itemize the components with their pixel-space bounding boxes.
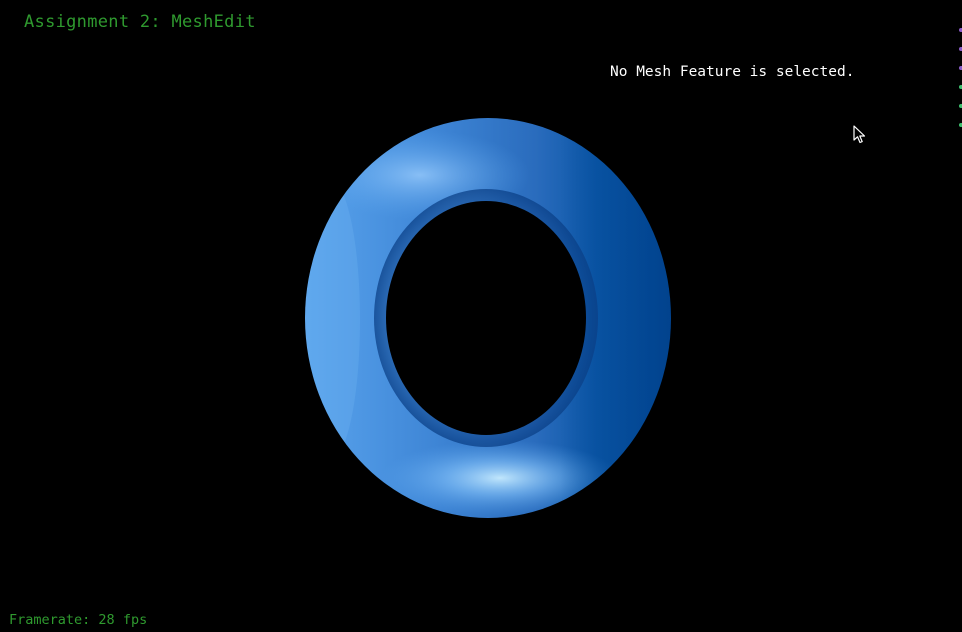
edge-markers (958, 24, 962, 134)
selection-status-message: No Mesh Feature is selected. (610, 64, 855, 80)
mesh-render[interactable] (0, 0, 962, 632)
framerate-unit: fps (122, 612, 148, 628)
framerate-value: 28 (98, 612, 115, 628)
framerate-label: Framerate: (9, 612, 91, 628)
torus-mesh (300, 110, 680, 530)
app-title: Assignment 2: MeshEdit (24, 12, 256, 32)
mesh-viewport[interactable]: Assignment 2: MeshEdit No Mesh Feature i… (0, 0, 962, 632)
arrow-pointer-icon (853, 125, 866, 144)
framerate-readout: Framerate: 28 fps (9, 612, 147, 628)
